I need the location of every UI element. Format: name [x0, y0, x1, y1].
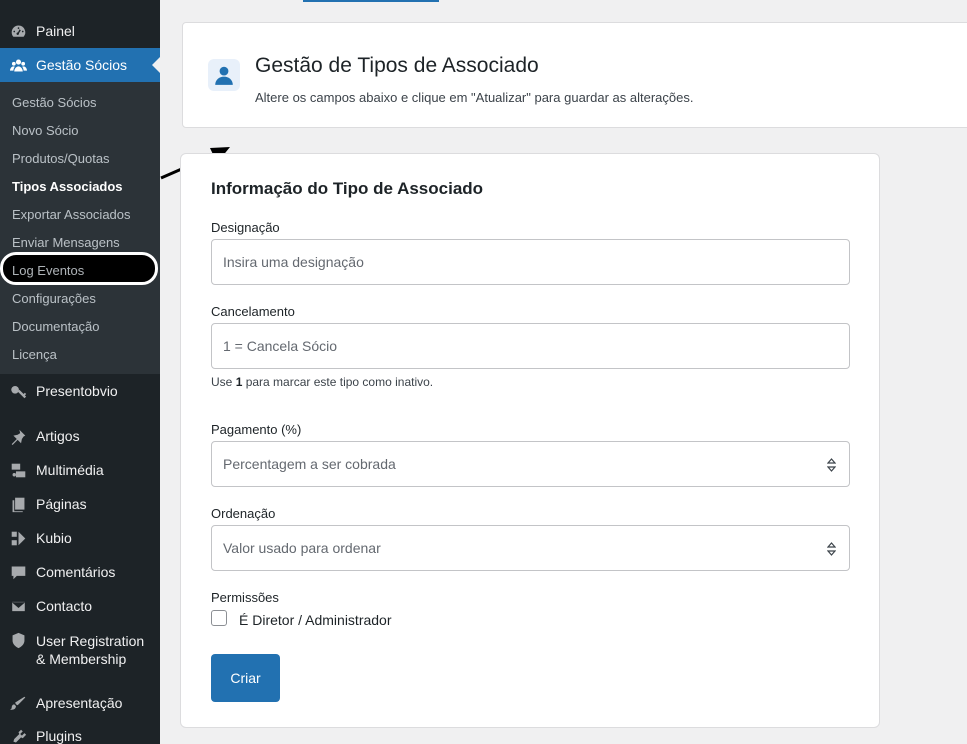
header-card: Gestão de Tipos de Associado Altere os c…: [182, 22, 967, 128]
menu-item-kubio[interactable]: Kubio: [0, 521, 160, 555]
menu-label: Plugins: [36, 728, 82, 744]
ordenacao-label: Ordenação: [211, 506, 276, 521]
page-icon: [9, 495, 27, 513]
menu-item-contacto[interactable]: Contacto: [0, 589, 160, 623]
menu-item-paginas[interactable]: Páginas: [0, 487, 160, 521]
submenu-item-gestao-socios[interactable]: Gestão Sócios: [12, 95, 97, 111]
key-icon: [9, 382, 27, 400]
permissoes-label: Permissões: [211, 590, 279, 605]
menu-item-gestao-socios[interactable]: Gestão Sócios: [0, 48, 160, 82]
form-title: Informação do Tipo de Associado: [211, 179, 484, 198]
ordenacao-placeholder: Valor usado para ordenar: [223, 540, 381, 556]
submenu-item-exportar-associados[interactable]: Exportar Associados: [12, 207, 131, 223]
submenu-item-documentacao[interactable]: Documentação: [12, 319, 99, 335]
menu-item-presentobvio[interactable]: Presentobvio: [0, 374, 160, 408]
pagamento-placeholder: Percentagem a ser cobrada: [223, 456, 396, 472]
director-admin-checkbox[interactable]: [211, 610, 227, 626]
brush-icon: [9, 694, 27, 712]
menu-label: Artigos: [36, 428, 80, 444]
pin-icon: [9, 427, 27, 445]
kubio-icon: [9, 529, 27, 547]
create-button[interactable]: Criar: [211, 654, 280, 702]
menu-label: Páginas: [36, 496, 87, 512]
pagamento-label: Pagamento (%): [211, 422, 302, 437]
form-card: Informação do Tipo de Associado Designaç…: [180, 153, 880, 728]
plugin-icon: [9, 727, 27, 744]
designacao-placeholder: Insira uma designação: [223, 254, 364, 270]
menu-item-multimedia[interactable]: Multimédia: [0, 453, 160, 487]
admin-sidebar: Painel Gestão Sócios Gestão Sócios Novo …: [0, 0, 160, 744]
menu-item-plugins[interactable]: Plugins: [0, 719, 160, 744]
user-icon: [208, 59, 240, 91]
submenu-item-enviar-mensagens[interactable]: Enviar Mensagens: [12, 235, 120, 251]
submenu-gestao-socios: Gestão Sócios Novo Sócio Produtos/Quotas…: [0, 82, 160, 374]
comment-icon: [9, 563, 27, 581]
menu-label: Apresentação: [36, 695, 123, 711]
submenu-item-licenca[interactable]: Licença: [12, 347, 57, 363]
menu-item-artigos[interactable]: Artigos: [0, 419, 160, 453]
number-spinner-icon[interactable]: [827, 542, 836, 556]
media-icon: [9, 461, 27, 479]
number-spinner-icon[interactable]: [827, 458, 836, 472]
submenu-item-log-eventos[interactable]: Log Eventos: [12, 263, 84, 279]
designacao-input[interactable]: Insira uma designação: [211, 239, 850, 285]
menu-label: Multimédia: [36, 462, 104, 478]
mail-icon: [9, 597, 27, 615]
submenu-item-tipos-associados[interactable]: Tipos Associados: [12, 179, 123, 195]
submenu-item-produtos-quotas[interactable]: Produtos/Quotas: [12, 151, 110, 167]
submenu-item-configuracoes[interactable]: Configurações: [12, 291, 96, 307]
cancelamento-label: Cancelamento: [211, 304, 295, 319]
dashboard-icon: [9, 22, 27, 40]
director-admin-checkbox-label[interactable]: É Diretor / Administrador: [239, 612, 392, 628]
page-subtitle: Altere os campos abaixo e clique em "Atu…: [255, 90, 694, 105]
menu-item-apresentacao[interactable]: Apresentação: [0, 686, 160, 720]
submenu-item-novo-socio[interactable]: Novo Sócio: [12, 123, 78, 139]
pagamento-input[interactable]: Percentagem a ser cobrada: [211, 441, 850, 487]
menu-label: Contacto: [36, 598, 93, 614]
designacao-label: Designação: [211, 220, 280, 235]
top-tab-indicator: [303, 0, 439, 2]
cancelamento-input[interactable]: 1 = Cancela Sócio: [211, 323, 850, 369]
menu-label: Comentários: [36, 564, 116, 580]
cancelamento-placeholder: 1 = Cancela Sócio: [223, 338, 338, 354]
menu-label: Kubio: [36, 530, 72, 546]
menu-label: Gestão Sócios: [36, 57, 128, 73]
menu-item-comentarios[interactable]: Comentários: [0, 555, 160, 589]
menu-label-user-registration: User Registration & Membership: [36, 633, 145, 667]
menu-label: Painel: [36, 23, 75, 39]
user-registration-icon: [9, 631, 27, 649]
ordenacao-input[interactable]: Valor usado para ordenar: [211, 525, 850, 571]
menu-label: Presentobvio: [36, 383, 118, 399]
cancelamento-help: Use 1 para marcar este tipo como inativo…: [211, 375, 434, 389]
page-title: Gestão de Tipos de Associado: [255, 54, 539, 77]
menu-item-painel[interactable]: Painel: [0, 14, 160, 48]
groups-icon: [9, 56, 27, 74]
